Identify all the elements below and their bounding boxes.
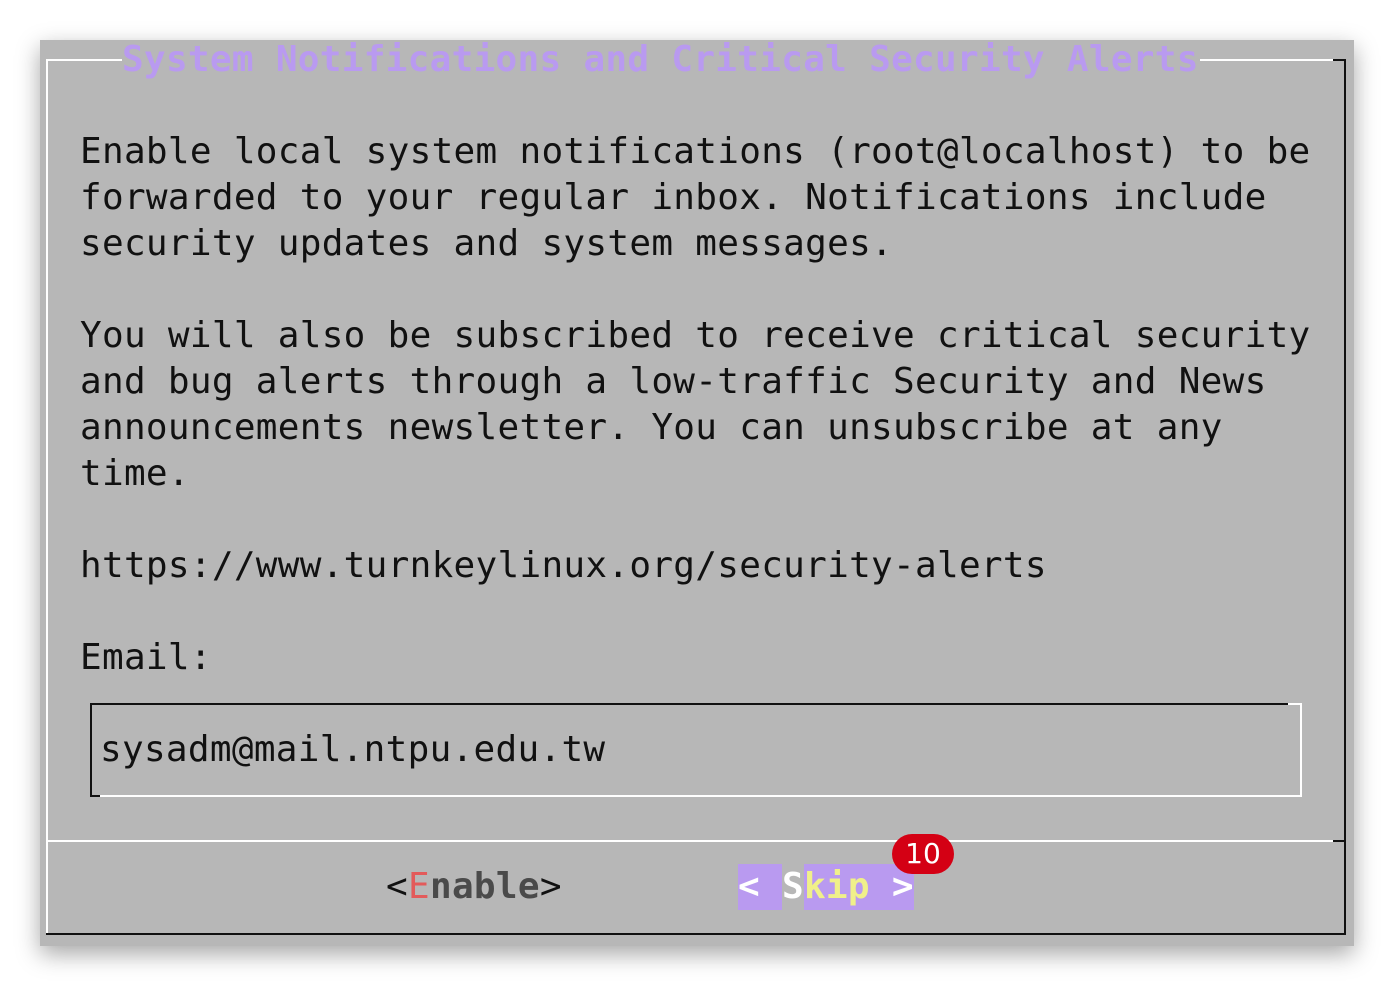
newsletter-description: You will also be subscribed to receive c… bbox=[80, 315, 1311, 494]
skip-button-hotkey: S bbox=[781, 866, 804, 907]
enable-button[interactable]: <Enable> bbox=[386, 864, 562, 910]
input-border bbox=[100, 795, 1302, 797]
enable-button-hotkey: E bbox=[407, 866, 430, 907]
frame-line bbox=[1200, 59, 1333, 61]
frame-line bbox=[46, 59, 48, 935]
frame-line bbox=[46, 59, 122, 61]
email-field-frame bbox=[90, 703, 1302, 797]
input-border bbox=[90, 703, 1288, 705]
enable-button-label: nable bbox=[429, 866, 540, 907]
dialog-title: System Notifications and Critical Securi… bbox=[122, 39, 1199, 80]
button-area-separator bbox=[1333, 840, 1346, 842]
frame-line bbox=[46, 933, 1346, 935]
email-label: Email: bbox=[80, 637, 212, 678]
frame-line bbox=[1344, 59, 1346, 935]
skip-button-open-bracket: < bbox=[738, 864, 782, 910]
input-border bbox=[90, 795, 100, 797]
input-border bbox=[1300, 703, 1302, 797]
button-area-separator bbox=[46, 840, 1333, 842]
skip-button[interactable]: < Skip > bbox=[738, 864, 914, 910]
email-input[interactable] bbox=[98, 725, 1290, 775]
security-alerts-url: https://www.turnkeylinux.org/security-al… bbox=[80, 545, 1047, 586]
notifications-description: Enable local system notifications (root@… bbox=[80, 131, 1311, 264]
enable-button-open-bracket: < bbox=[386, 866, 408, 907]
enable-button-close-bracket: > bbox=[539, 866, 562, 907]
skip-button-label: kip bbox=[803, 864, 870, 910]
input-border bbox=[90, 703, 92, 797]
notification-count-badge: 10 bbox=[892, 834, 954, 874]
